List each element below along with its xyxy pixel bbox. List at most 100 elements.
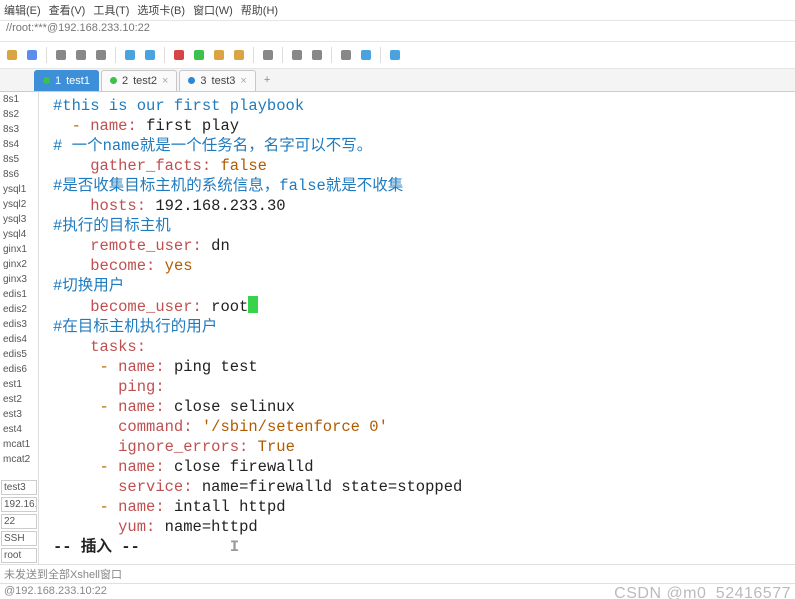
code-token: yes	[165, 257, 193, 275]
grid-icon[interactable]	[309, 47, 325, 63]
paste-icon[interactable]	[73, 47, 89, 63]
sidebar-item[interactable]: ysql3	[0, 212, 38, 227]
record-icon[interactable]	[171, 47, 187, 63]
code-token	[53, 257, 90, 275]
sidebar-item[interactable]: est4	[0, 422, 38, 437]
close-icon[interactable]: ×	[162, 75, 168, 87]
vim-mode-line: -- 插入 --I	[53, 537, 787, 557]
sidebar-item[interactable]: mcat1	[0, 437, 38, 452]
session-sidebar: 8s18s28s38s48s58s6ysql1ysql2ysql3ysql4gi…	[0, 92, 39, 564]
code-token: name:	[118, 458, 165, 476]
code-token	[53, 117, 72, 135]
sidebar-info[interactable]: 22	[1, 514, 37, 529]
code-token	[165, 458, 174, 476]
sidebar-item[interactable]: ginx2	[0, 257, 38, 272]
code-token: -	[100, 358, 109, 376]
sidebar-item[interactable]: ysql4	[0, 227, 38, 242]
sidebar-item[interactable]: 8s1	[0, 92, 38, 107]
sidebar-item[interactable]: edis5	[0, 347, 38, 362]
menu-item[interactable]: 工具(T)	[93, 2, 129, 18]
code-token: root	[211, 298, 248, 316]
code-token: dn	[211, 237, 230, 255]
code-token: hosts:	[90, 197, 146, 215]
sidebar-item[interactable]: est3	[0, 407, 38, 422]
code-token: #在目标主机执行的用户	[53, 318, 217, 336]
code-token	[53, 398, 100, 416]
tab-index: 2	[122, 75, 128, 87]
code-line: ignore_errors: True	[53, 437, 787, 457]
sidebar-item[interactable]: est2	[0, 392, 38, 407]
sidebar-item[interactable]: 8s4	[0, 137, 38, 152]
code-token	[193, 418, 202, 436]
menu-item[interactable]: 查看(V)	[49, 2, 86, 18]
toolbar	[0, 42, 795, 69]
sidebar-item[interactable]: ysql2	[0, 197, 38, 212]
sidebar-item[interactable]: 8s5	[0, 152, 38, 167]
code-token	[202, 298, 211, 316]
tab-test2[interactable]: 2test2×	[101, 70, 177, 91]
screen-icon[interactable]	[289, 47, 305, 63]
sidebar-item[interactable]: edis3	[0, 317, 38, 332]
toolbar-separator	[46, 47, 47, 63]
code-token	[109, 498, 118, 516]
download-icon[interactable]	[231, 47, 247, 63]
broadcast-bar: 未发送到全部Xshell窗口	[0, 564, 795, 583]
upload-icon[interactable]	[211, 47, 227, 63]
open-icon[interactable]	[4, 47, 20, 63]
code-line: become_user: root	[53, 296, 787, 317]
copy-icon[interactable]	[53, 47, 69, 63]
sidebar-info[interactable]: test3	[1, 480, 37, 495]
sidebar-item[interactable]: edis6	[0, 362, 38, 377]
tab-test3[interactable]: 3test3×	[179, 70, 255, 91]
close-icon[interactable]: ×	[240, 75, 246, 87]
code-line: - name: close selinux	[53, 397, 787, 417]
sidebar-item[interactable]: 8s2	[0, 107, 38, 122]
tab-test1[interactable]: 1test1	[34, 70, 99, 91]
menu-bar: 编辑(E) 查看(V) 工具(T) 选项卡(B) 窗口(W) 帮助(H)	[0, 0, 795, 21]
code-token: become_user:	[90, 298, 202, 316]
code-token	[202, 237, 211, 255]
terminal-editor[interactable]: #this is our first playbook - name: firs…	[39, 92, 795, 564]
sidebar-info[interactable]: 192.16...	[1, 497, 37, 512]
highlight-icon[interactable]	[122, 47, 138, 63]
sidebar-item[interactable]: edis4	[0, 332, 38, 347]
watermark: CSDN @m0_52416577	[614, 585, 791, 599]
tab-strip: 1test12test2×3test3×+	[0, 69, 795, 92]
code-token: -	[72, 117, 81, 135]
tab-label: test1	[66, 75, 90, 87]
menu-item[interactable]: 窗口(W)	[193, 2, 233, 18]
save-icon[interactable]	[24, 47, 40, 63]
code-token	[165, 498, 174, 516]
sidebar-item[interactable]: edis1	[0, 287, 38, 302]
code-token	[109, 358, 118, 376]
user-icon[interactable]	[260, 47, 276, 63]
sidebar-item[interactable]: ginx1	[0, 242, 38, 257]
menu-item[interactable]: 选项卡(B)	[137, 2, 185, 18]
sidebar-item[interactable]: est1	[0, 377, 38, 392]
sidebar-item[interactable]: mcat2	[0, 452, 38, 467]
new-tab-button[interactable]: +	[258, 74, 276, 86]
menu-item[interactable]: 帮助(H)	[241, 2, 278, 18]
help-icon[interactable]	[358, 47, 374, 63]
color-icon[interactable]	[142, 47, 158, 63]
stop-icon[interactable]	[191, 47, 207, 63]
menu-item[interactable]: 编辑(E)	[4, 2, 41, 18]
code-token: #是否收集目标主机的系统信息，false就是不收集	[53, 177, 403, 195]
sidebar-item[interactable]: ysql1	[0, 182, 38, 197]
sidebar-info[interactable]: SSH	[1, 531, 37, 546]
sidebar-item[interactable]: edis2	[0, 302, 38, 317]
sidebar-item[interactable]: 8s6	[0, 167, 38, 182]
status-left: @192.168.233.10:22	[4, 585, 107, 599]
code-token: close firewalld	[174, 458, 314, 476]
text-cursor	[248, 296, 258, 313]
settings-icon[interactable]	[338, 47, 354, 63]
code-line: service: name=firewalld state=stopped	[53, 477, 787, 497]
sidebar-info[interactable]: root	[1, 548, 37, 563]
bubble-icon[interactable]	[387, 47, 403, 63]
sidebar-item[interactable]: 8s3	[0, 122, 38, 137]
sidebar-item[interactable]: ginx3	[0, 272, 38, 287]
code-token	[53, 478, 118, 496]
code-token	[165, 398, 174, 416]
find-icon[interactable]	[93, 47, 109, 63]
code-token	[155, 257, 164, 275]
